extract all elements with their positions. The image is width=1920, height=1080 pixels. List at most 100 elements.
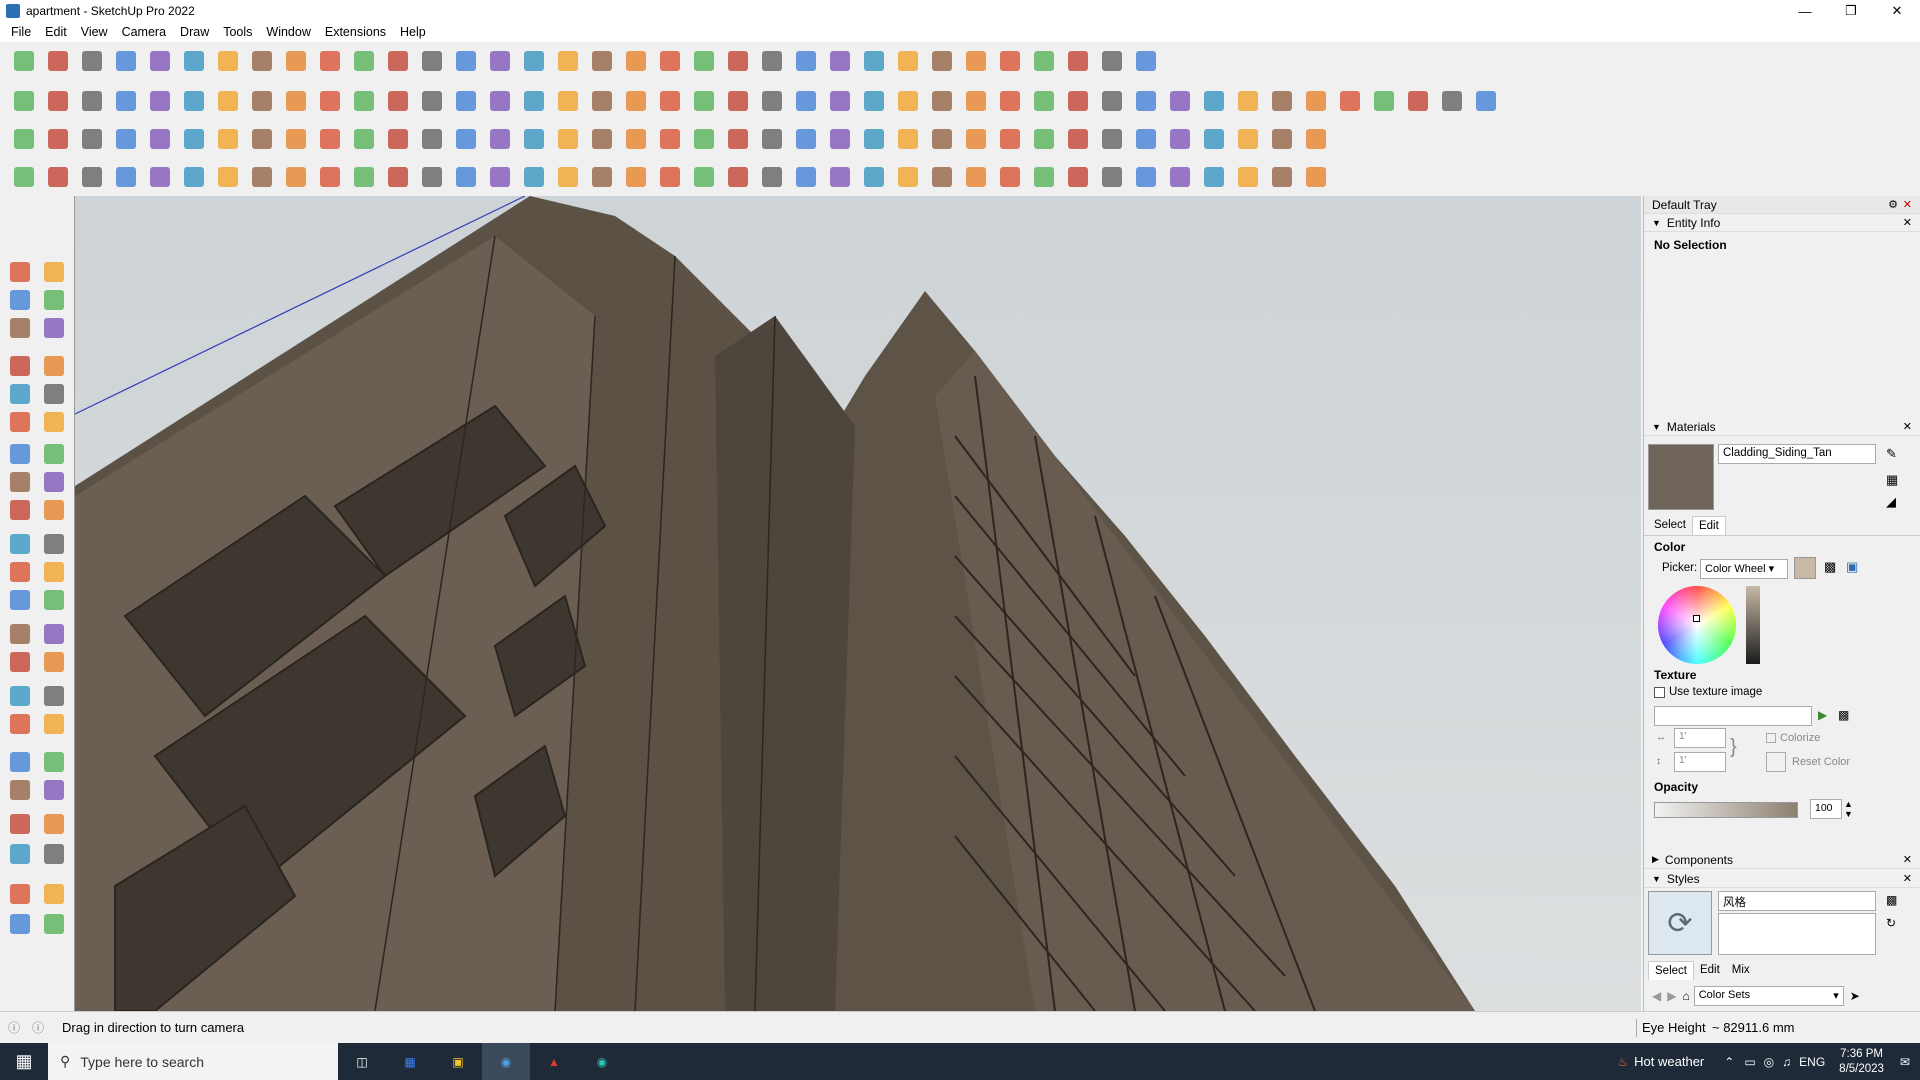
- toolbar-tool-button[interactable]: [656, 163, 684, 191]
- materials-header[interactable]: ▼ Materials ✕: [1644, 418, 1920, 436]
- toolbar-tool-button[interactable]: [10, 87, 38, 115]
- toolbar-tool-button[interactable]: [724, 125, 752, 153]
- toolbar-tool-button[interactable]: [996, 163, 1024, 191]
- toolbar-tool-button[interactable]: [826, 125, 854, 153]
- tab-edit[interactable]: Edit: [1691, 516, 1726, 535]
- toolbar-tool-button[interactable]: [520, 47, 548, 75]
- toolbar-tool-button[interactable]: [180, 87, 208, 115]
- menu-edit[interactable]: Edit: [38, 25, 74, 39]
- toolbar-tool-button[interactable]: [588, 87, 616, 115]
- toolbar-tool-button[interactable]: [1132, 47, 1160, 75]
- toolbar-tool-button[interactable]: [588, 163, 616, 191]
- toolbar-tool-button[interactable]: [180, 47, 208, 75]
- toolbar-tool-button[interactable]: [112, 47, 140, 75]
- large-tool-button[interactable]: [40, 468, 68, 496]
- toolbar-tool-button[interactable]: [928, 125, 956, 153]
- toolbar-tool-button[interactable]: [792, 87, 820, 115]
- toolbar-tool-button[interactable]: [860, 87, 888, 115]
- styles-header[interactable]: ▼ Styles ✕: [1644, 870, 1920, 888]
- toolbar-tool-button[interactable]: [214, 163, 242, 191]
- toolbar-tool-button[interactable]: [690, 47, 718, 75]
- lock-aspect-icon[interactable]: }: [1730, 736, 1737, 759]
- toolbar-tool-button[interactable]: [1064, 87, 1092, 115]
- toolbar-tool-button[interactable]: [1166, 163, 1194, 191]
- toolbar-tool-button[interactable]: [690, 87, 718, 115]
- toolbar-tool-button[interactable]: [78, 125, 106, 153]
- home-icon[interactable]: ⌂: [1682, 989, 1689, 1003]
- toolbar-tool-button[interactable]: [384, 125, 412, 153]
- large-tool-button[interactable]: [40, 810, 68, 838]
- large-tool-button[interactable]: [6, 586, 34, 614]
- menu-extensions[interactable]: Extensions: [318, 25, 393, 39]
- toolbar-tool-button[interactable]: [996, 47, 1024, 75]
- toolbar-tool-button[interactable]: [826, 163, 854, 191]
- tray-close-icon[interactable]: ✕: [1903, 198, 1912, 211]
- large-tool-button[interactable]: [40, 380, 68, 408]
- toolbar-tool-button[interactable]: [1064, 125, 1092, 153]
- toolbar-tool-button[interactable]: [758, 87, 786, 115]
- toolbar-tool-button[interactable]: [690, 125, 718, 153]
- toolbar-tool-button[interactable]: [214, 125, 242, 153]
- toolbar-tool-button[interactable]: [452, 163, 480, 191]
- large-tool-button[interactable]: [40, 408, 68, 436]
- toolbar-tool-button[interactable]: [554, 87, 582, 115]
- toolbar-tool-button[interactable]: [78, 163, 106, 191]
- large-tool-button[interactable]: [40, 682, 68, 710]
- toolbar-tool-button[interactable]: [996, 87, 1024, 115]
- toolbar-tool-button[interactable]: [894, 47, 922, 75]
- toolbar-tool-button[interactable]: [758, 163, 786, 191]
- styles-close-icon[interactable]: ✕: [1903, 872, 1912, 885]
- styles-tab-mix[interactable]: Mix: [1726, 961, 1756, 980]
- toolbar-tool-button[interactable]: [44, 125, 72, 153]
- toolbar-tool-button[interactable]: [928, 163, 956, 191]
- color-wheel-cursor[interactable]: [1693, 615, 1700, 622]
- create-material-icon[interactable]: ▦: [1886, 472, 1898, 488]
- toolbar-tool-button[interactable]: [248, 125, 276, 153]
- large-tool-button[interactable]: [6, 810, 34, 838]
- toolbar-tool-button[interactable]: [78, 87, 106, 115]
- geolocation-icon[interactable]: ⓘ: [8, 1019, 20, 1036]
- toolbar-tool-button[interactable]: [418, 125, 446, 153]
- notifications-icon[interactable]: ✉: [1900, 1055, 1910, 1069]
- network-icon[interactable]: ◎: [1764, 1055, 1774, 1069]
- large-tool-button[interactable]: [6, 468, 34, 496]
- toolbar-tool-button[interactable]: [1098, 163, 1126, 191]
- eyedropper-icon[interactable]: ✎: [1886, 446, 1897, 462]
- colorize-checkbox[interactable]: [1766, 733, 1776, 743]
- menu-window[interactable]: Window: [259, 25, 317, 39]
- toolbar-tool-button[interactable]: [10, 125, 38, 153]
- toolbar-tool-button[interactable]: [146, 125, 174, 153]
- toolbar-tool-button[interactable]: [520, 163, 548, 191]
- style-name-field[interactable]: 风格: [1718, 891, 1876, 911]
- large-tool-button[interactable]: [40, 352, 68, 380]
- current-color-swatch[interactable]: [1794, 557, 1816, 579]
- toolbar-tool-button[interactable]: [10, 163, 38, 191]
- pin-icon[interactable]: ⚙: [1888, 198, 1898, 211]
- toolbar-tool-button[interactable]: [1336, 87, 1364, 115]
- toolbar-tool-button[interactable]: [112, 163, 140, 191]
- toolbar-tool-button[interactable]: [962, 125, 990, 153]
- toolbar-tool-button[interactable]: [418, 87, 446, 115]
- toolbar-tool-button[interactable]: [758, 125, 786, 153]
- large-tool-button[interactable]: [40, 840, 68, 868]
- large-tool-button[interactable]: [6, 710, 34, 738]
- menu-camera[interactable]: Camera: [115, 25, 173, 39]
- toolbar-tool-button[interactable]: [418, 47, 446, 75]
- toolbar-tool-button[interactable]: [1234, 125, 1262, 153]
- large-tool-button[interactable]: [6, 352, 34, 380]
- toolbar-tool-button[interactable]: [248, 47, 276, 75]
- toolbar-tool-button[interactable]: [1234, 163, 1262, 191]
- toolbar-tool-button[interactable]: [724, 87, 752, 115]
- menu-file[interactable]: File: [4, 25, 38, 39]
- toolbar-tool-button[interactable]: [622, 125, 650, 153]
- large-tool-button[interactable]: [40, 258, 68, 286]
- credits-icon[interactable]: ⓘ: [32, 1019, 44, 1036]
- toolbar-tool-button[interactable]: [146, 163, 174, 191]
- toolbar-tool-button[interactable]: [622, 163, 650, 191]
- toolbar-tool-button[interactable]: [894, 87, 922, 115]
- calculator-app[interactable]: ▦: [386, 1043, 434, 1080]
- texture-path-field[interactable]: [1654, 706, 1812, 726]
- toolbar-tool-button[interactable]: [282, 47, 310, 75]
- toolbar-tool-button[interactable]: [486, 87, 514, 115]
- toolbar-tool-button[interactable]: [1370, 87, 1398, 115]
